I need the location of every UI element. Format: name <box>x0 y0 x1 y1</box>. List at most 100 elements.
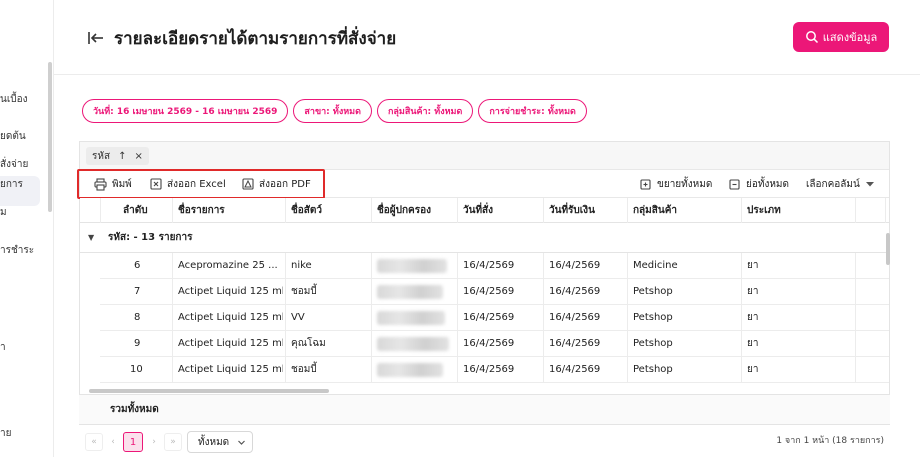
table-row[interactable]: 10 Actipet Liquid 125 ml. ชอมบี้ 16/4/25… <box>100 357 889 383</box>
cell-type: ยา <box>747 364 759 375</box>
sidebar-item-6[interactable]: ารชำระ <box>0 243 34 258</box>
close-icon[interactable]: × <box>134 151 142 162</box>
cell-product-group: Petshop <box>633 286 673 297</box>
cell-paid-date: 16/4/2569 <box>549 260 601 271</box>
table-row[interactable]: 6 Acepromazine 25 ... nike 16/4/2569 16/… <box>100 253 889 279</box>
sidebar-item-8[interactable]: าย <box>0 426 11 441</box>
choose-columns-button[interactable]: เลือกคอลัมน์ <box>806 176 875 192</box>
collapse-icon <box>729 179 740 190</box>
cell-product-group: Petshop <box>633 312 673 323</box>
owner-redacted <box>377 363 443 377</box>
cell-item: Actipet Liquid 125 ml. <box>178 364 283 375</box>
horizontal-scrollbar[interactable] <box>89 389 329 393</box>
cell-paid-date: 16/4/2569 <box>549 338 601 349</box>
sidebar-item-4[interactable]: ยการ <box>0 177 23 192</box>
owner-redacted <box>377 285 443 299</box>
search-icon <box>805 31 818 44</box>
filter-chip-payment[interactable]: การจ่ายชำระ: ทั้งหมด <box>478 99 587 123</box>
column-header-order-date[interactable]: วันที่สั่ง <box>463 198 493 223</box>
column-header-no[interactable]: ลำดับ <box>123 198 148 223</box>
pagination: « ‹ 1 › » ทั้งหมด 1 จาก 1 หน้า (18 รายกา… <box>79 424 890 457</box>
filter-chip-date[interactable]: วันที่: 16 เมษายน 2569 - 16 เมษายน 2569 <box>82 99 289 123</box>
cell-type: ยา <box>747 260 759 271</box>
collapse-all-button[interactable]: ย่อทั้งหมด <box>729 176 789 192</box>
prev-page-icon[interactable]: ‹ <box>104 433 122 451</box>
sidebar-item-1[interactable]: นเบื้อง <box>0 92 28 107</box>
cell-pet: คุณโฉม <box>291 338 326 349</box>
show-data-label: แสดงข้อมูล <box>822 31 878 44</box>
cell-product-group: Petshop <box>633 338 673 349</box>
column-header-owner[interactable]: ชื่อผู้ปกครอง <box>377 198 431 223</box>
column-header-item[interactable]: ชื่อรายการ <box>178 198 225 223</box>
cell-item: Actipet Liquid 125 ml. <box>178 312 283 323</box>
excel-icon <box>150 178 162 190</box>
filter-chip-branch[interactable]: สาขา: ทั้งหมด <box>293 99 372 123</box>
owner-redacted <box>377 259 447 273</box>
next-page-icon[interactable]: › <box>145 433 163 451</box>
cell-order-date: 16/4/2569 <box>463 338 515 349</box>
cell-type: ยา <box>747 286 759 297</box>
chevron-down-icon[interactable]: ▼ <box>88 233 94 242</box>
group-row[interactable]: ▼ รหัส: - 13 รายการ <box>80 223 889 253</box>
export-excel-label: ส่งออก Excel <box>167 178 226 190</box>
caret-down-icon <box>865 182 874 187</box>
cell-pet: VV <box>291 312 305 323</box>
print-button[interactable]: พิมพ์ <box>94 176 132 192</box>
group-panel: รหัส ↑ × <box>80 142 889 170</box>
sidebar-item-5[interactable]: ม <box>0 205 7 220</box>
page-title: รายละเอียดรายได้ตามรายการที่สั่งจ่าย <box>114 29 397 49</box>
page-info: 1 จาก 1 หน้า (18 รายการ) <box>776 436 884 446</box>
expand-all-button[interactable]: ขยายทั้งหมด <box>640 176 712 192</box>
print-label: พิมพ์ <box>112 178 132 190</box>
cell-product-group: Medicine <box>633 260 678 271</box>
show-data-button[interactable]: แสดงข้อมูล <box>793 22 889 52</box>
cell-no: 9 <box>134 338 141 349</box>
cell-pet: ชอมบี้ <box>291 364 317 375</box>
export-pdf-label: ส่งออก PDF <box>259 178 311 190</box>
cell-no: 7 <box>134 286 141 297</box>
pdf-icon <box>242 178 254 190</box>
cell-paid-date: 16/4/2569 <box>549 364 601 375</box>
expand-icon <box>640 179 651 190</box>
cell-item: Actipet Liquid 125 ml. <box>178 338 283 349</box>
cell-item: Acepromazine 25 ... <box>178 260 278 271</box>
total-row: รวมทั้งหมด <box>79 394 890 424</box>
filter-chips: วันที่: 16 เมษายน 2569 - 16 เมษายน 2569 … <box>82 99 587 123</box>
last-page-icon[interactable]: » <box>164 433 182 451</box>
first-page-icon[interactable]: « <box>85 433 103 451</box>
current-page-button[interactable]: 1 <box>123 432 143 452</box>
cell-no: 10 <box>130 364 143 375</box>
vertical-scrollbar[interactable] <box>886 233 890 265</box>
table-header: ลำดับ ชื่อรายการ ชื่อสัตว์ ชื่อผู้ปกครอง… <box>80 198 889 223</box>
export-pdf-button[interactable]: ส่งออก PDF <box>242 176 311 192</box>
collapse-left-icon[interactable] <box>87 29 105 47</box>
cell-no: 8 <box>134 312 141 323</box>
sidebar-item-2[interactable]: ยดต้น <box>0 129 26 144</box>
column-header-type[interactable]: ประเภท <box>747 198 781 223</box>
page-size-select[interactable]: ทั้งหมด <box>187 431 253 453</box>
chevron-down-icon <box>238 440 246 445</box>
group-tag-code[interactable]: รหัส ↑ × <box>86 147 149 165</box>
sidebar-scrollbar[interactable] <box>48 62 52 212</box>
cell-pet: ชอมบี้ <box>291 286 317 297</box>
cell-pet: nike <box>291 260 312 271</box>
group-row-label: รหัส: - 13 รายการ <box>108 232 193 243</box>
cell-paid-date: 16/4/2569 <box>549 312 601 323</box>
cell-item: Actipet Liquid 125 ml. <box>178 286 283 297</box>
column-header-paid-date[interactable]: วันที่รับเงิน <box>549 198 595 223</box>
export-excel-button[interactable]: ส่งออก Excel <box>150 176 226 192</box>
column-header-pet[interactable]: ชื่อสัตว์ <box>291 198 322 223</box>
filter-chip-product-group[interactable]: กลุ่มสินค้า: ทั้งหมด <box>376 99 474 123</box>
sidebar-item-7[interactable]: า <box>0 340 6 355</box>
table-row[interactable]: 9 Actipet Liquid 125 ml. คุณโฉม 16/4/256… <box>100 331 889 357</box>
cell-paid-date: 16/4/2569 <box>549 286 601 297</box>
choose-columns-label: เลือกคอลัมน์ <box>806 178 860 190</box>
sort-ascending-icon[interactable]: ↑ <box>118 151 126 162</box>
column-header-product-group[interactable]: กลุ่มสินค้า <box>633 198 677 223</box>
sidebar-item-3[interactable]: สั่งจ่าย <box>0 157 28 172</box>
table-row[interactable]: 8 Actipet Liquid 125 ml. VV 16/4/2569 16… <box>100 305 889 331</box>
table-row[interactable]: 7 Actipet Liquid 125 ml. ชอมบี้ 16/4/256… <box>100 279 889 305</box>
expand-all-label: ขยายทั้งหมด <box>657 178 713 190</box>
group-tag-label: รหัส <box>92 150 111 162</box>
cell-order-date: 16/4/2569 <box>463 312 515 323</box>
